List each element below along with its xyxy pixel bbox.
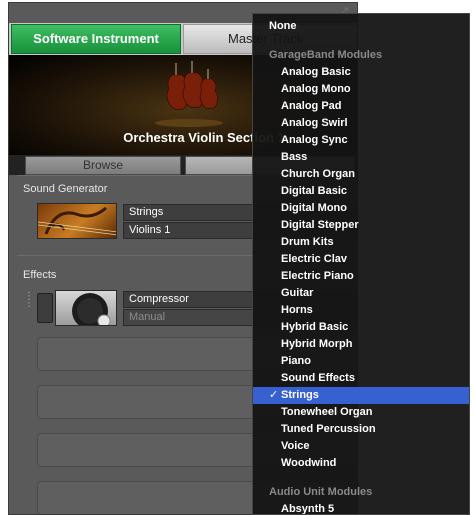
menu-item[interactable]: Tonewheel Organ <box>253 404 469 421</box>
effect-power-button[interactable] <box>37 293 53 323</box>
menu-item[interactable]: Voice <box>253 438 469 455</box>
violin-thumbnail-icon[interactable] <box>37 203 117 239</box>
menu-item[interactable]: Digital Basic <box>253 183 469 200</box>
tab-browse[interactable]: Browse <box>25 156 181 175</box>
menu-item[interactable]: Analog Mono <box>253 81 469 98</box>
violin-scroll-icon <box>38 206 116 236</box>
sound-generator-label: Sound Generator <box>23 183 108 195</box>
compressor-dial-icon <box>72 293 111 325</box>
menu-item[interactable]: Guitar <box>253 285 469 302</box>
menu-item[interactable]: Analog Pad <box>253 98 469 115</box>
tab-software-instrument[interactable]: Software Instrument <box>11 24 181 54</box>
menu-item[interactable]: Analog Basic <box>253 64 469 81</box>
checkmark-icon: ✓ <box>269 389 279 401</box>
menu-header-audio-unit: Audio Unit Modules <box>269 486 373 498</box>
menu-item[interactable]: Digital Mono <box>253 200 469 217</box>
menu-item-label: Strings <box>281 389 319 401</box>
violin-instrument-icon <box>155 61 223 127</box>
menu-item[interactable]: Piano <box>253 353 469 370</box>
menu-item[interactable]: Tuned Percussion <box>253 421 469 438</box>
menu-item[interactable]: Church Organ <box>253 166 469 183</box>
menu-header-garageband: GarageBand Modules <box>269 49 383 61</box>
menu-item[interactable]: Bass <box>253 149 469 166</box>
menu-item[interactable]: Hybrid Basic <box>253 319 469 336</box>
menu-item[interactable]: Sound Effects <box>253 370 469 387</box>
generator-popup-menu: None GarageBand Modules Analog Basic Anal… <box>252 13 470 515</box>
menu-item[interactable]: Analog Swirl <box>253 115 469 132</box>
menu-item[interactable]: Absynth 5 <box>253 501 469 514</box>
menu-item[interactable]: Woodwind <box>253 455 469 472</box>
menu-item[interactable]: Horns <box>253 302 469 319</box>
menu-item[interactable]: Electric Clav <box>253 251 469 268</box>
menu-item[interactable]: Digital Stepper <box>253 217 469 234</box>
menu-item[interactable]: Analog Sync <box>253 132 469 149</box>
menu-item-none[interactable]: None <box>253 18 469 35</box>
menu-item[interactable]: Drum Kits <box>253 234 469 251</box>
compressor-thumbnail-icon[interactable] <box>55 290 117 326</box>
menu-item[interactable]: ✓ Strings <box>253 387 469 404</box>
menu-item[interactable]: Electric Piano <box>253 268 469 285</box>
menu-item[interactable]: Hybrid Morph <box>253 336 469 353</box>
drag-handle-icon[interactable]: ⋮ ⋮ <box>24 292 34 315</box>
effects-label: Effects <box>23 269 57 281</box>
